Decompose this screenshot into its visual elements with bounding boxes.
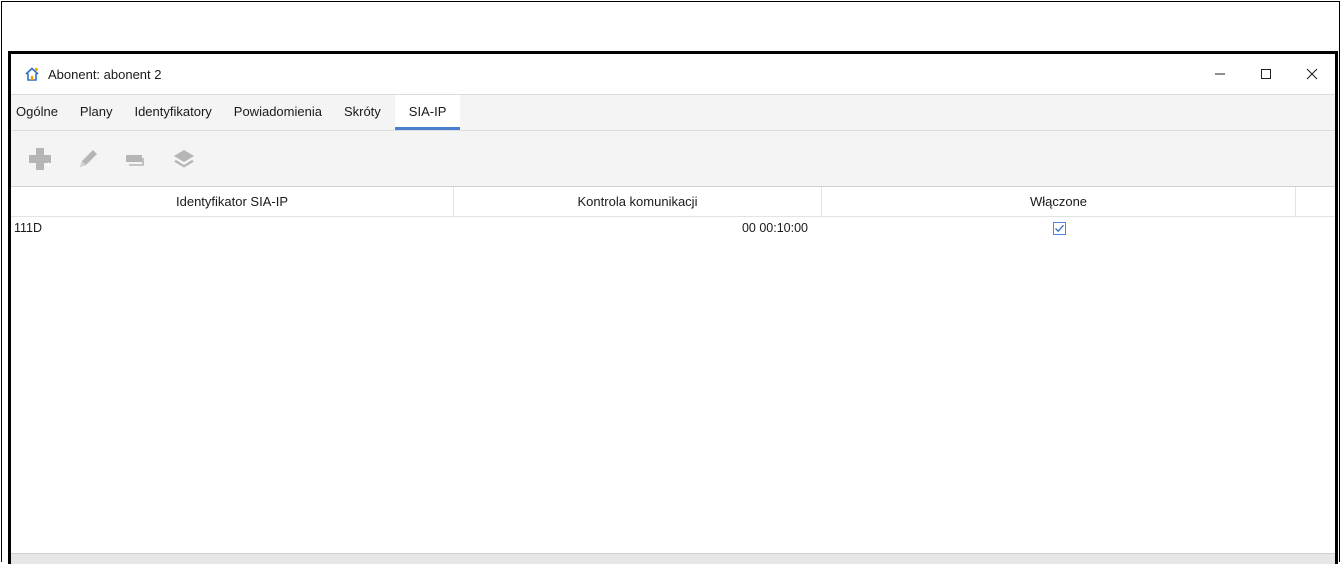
minimize-button[interactable] <box>1197 54 1243 94</box>
add-icon <box>29 147 51 170</box>
column-header-kontrola[interactable]: Kontrola komunikacji <box>454 187 822 216</box>
title-bar[interactable]: Abonent: abonent 2 <box>11 54 1335 95</box>
sia-ip-table: Identyfikator SIA-IP Kontrola komunikacj… <box>11 187 1335 554</box>
home-icon <box>23 65 41 83</box>
window-controls <box>1197 54 1335 94</box>
tab-bar: Ogólne Plany Identyfikatory Powiadomieni… <box>11 95 1335 131</box>
edit-icon <box>80 149 97 167</box>
minimize-icon <box>1215 73 1225 75</box>
column-header-identyfikator[interactable]: Identyfikator SIA-IP <box>11 187 454 216</box>
table-header: Identyfikator SIA-IP Kontrola komunikacj… <box>11 187 1335 217</box>
layers-icon <box>174 149 194 167</box>
tab-skroty[interactable]: Skróty <box>336 95 395 130</box>
add-button[interactable] <box>26 145 54 173</box>
column-header-filler <box>1296 187 1335 216</box>
status-bar <box>11 553 1335 564</box>
remove-button[interactable] <box>122 145 150 173</box>
tab-plany[interactable]: Plany <box>72 95 127 130</box>
subscriber-window: Abonent: abonent 2 Ogólne Plany Identyfi… <box>8 51 1338 564</box>
cell-identyfikator: 111D <box>14 221 43 235</box>
close-icon <box>1306 68 1318 80</box>
cell-filler <box>1296 217 1335 239</box>
cell-kontrola: 00 00:10:00 <box>741 221 808 235</box>
table-row[interactable]: 111D 00 00:10:00 <box>11 217 1335 239</box>
enabled-checkbox[interactable] <box>1052 221 1066 235</box>
tab-powiadomienia[interactable]: Powiadomienia <box>226 95 336 130</box>
remove-icon <box>126 154 144 166</box>
maximize-icon <box>1261 69 1271 79</box>
tab-ogolne[interactable]: Ogólne <box>11 95 72 130</box>
edit-button[interactable] <box>74 145 102 173</box>
window-title: Abonent: abonent 2 <box>48 66 162 82</box>
checkmark-icon <box>1054 224 1064 232</box>
maximize-button[interactable] <box>1243 54 1289 94</box>
cell-wlaczone <box>822 217 1296 239</box>
close-button[interactable] <box>1289 54 1335 94</box>
toolbar <box>11 131 1335 187</box>
tab-identyfikatory[interactable]: Identyfikatory <box>126 95 225 130</box>
column-header-wlaczone[interactable]: Włączone <box>822 187 1296 216</box>
tab-sia-ip[interactable]: SIA-IP <box>394 95 461 130</box>
layers-button[interactable] <box>170 145 198 173</box>
